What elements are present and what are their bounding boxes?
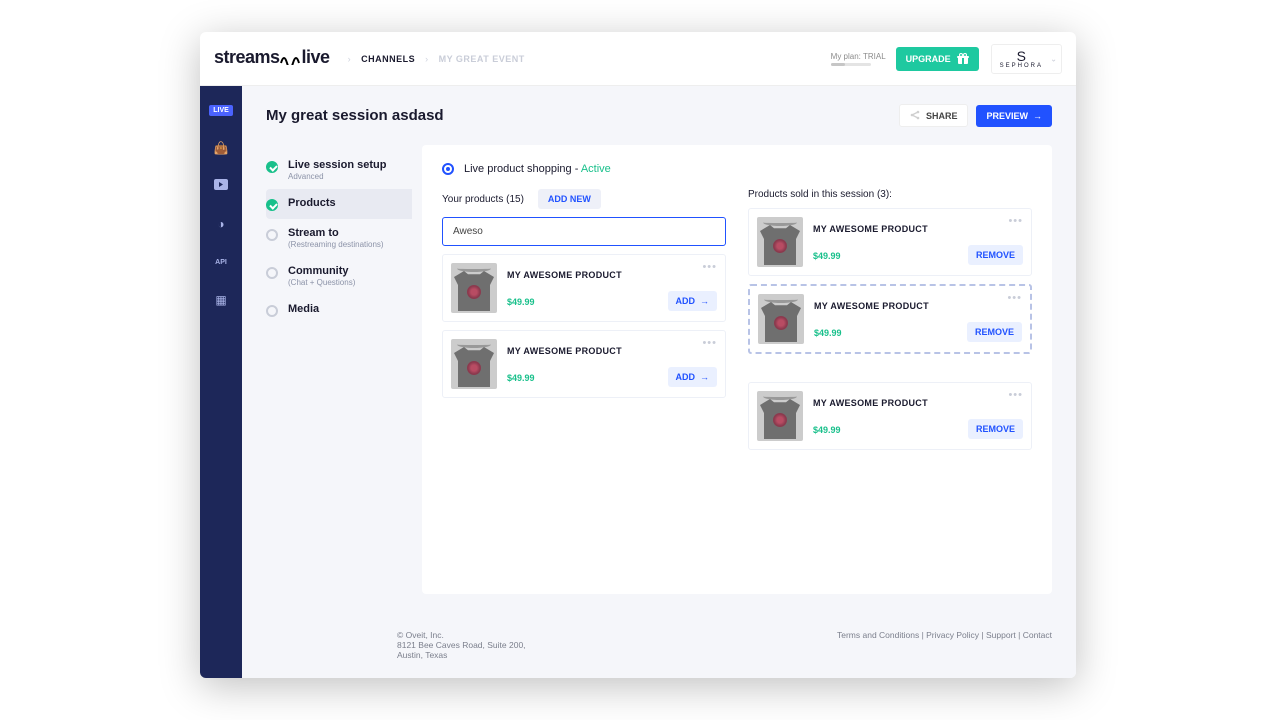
play-icon: [214, 179, 228, 193]
step-sub: (Chat + Questions): [288, 278, 355, 287]
product-name: MY AWESOME PRODUCT: [507, 346, 658, 356]
more-icon[interactable]: •••: [1007, 296, 1022, 302]
footer-link[interactable]: Support: [986, 630, 1016, 640]
share-icon: [910, 110, 921, 121]
crumb-channels[interactable]: CHANNELS: [361, 54, 415, 64]
add-button[interactable]: ADD →: [668, 291, 718, 311]
content-card: Live product shopping - Active Your prod…: [422, 145, 1052, 594]
footer-links: Terms and Conditions | Privacy Policy | …: [837, 630, 1052, 640]
product-price: $49.99: [813, 251, 958, 261]
step-item[interactable]: Stream to(Restreaming destinations): [266, 219, 412, 257]
breadcrumb: › CHANNELS › MY GREAT EVENT: [348, 54, 525, 64]
logo: streamslive: [200, 47, 330, 70]
step-item[interactable]: Media: [266, 295, 412, 325]
chevron-right-icon: ›: [348, 54, 352, 64]
product-thumb: [757, 217, 803, 267]
footer-addr2: Austin, Texas: [397, 650, 526, 660]
product-thumb: [757, 391, 803, 441]
api-icon: API: [215, 259, 227, 266]
arrow-right-icon: →: [700, 296, 709, 306]
product-thumb: [758, 294, 804, 344]
product-price: $49.99: [507, 373, 658, 383]
footer: © Oveit, Inc. 8121 Bee Caves Road, Suite…: [242, 616, 1076, 678]
step-item[interactable]: Products: [266, 189, 412, 219]
add-button[interactable]: ADD →: [668, 367, 718, 387]
your-products-count: Your products (15): [442, 194, 524, 205]
product-thumb: [451, 339, 497, 389]
rail-qr[interactable]: ▦: [210, 290, 232, 310]
step-sub: (Restreaming destinations): [288, 240, 384, 249]
plan-indicator: My plan: TRIAL: [831, 52, 886, 66]
product-name: MY AWESOME PRODUCT: [814, 301, 957, 311]
rail-moon[interactable]: ◑: [210, 214, 232, 234]
more-icon[interactable]: •••: [702, 265, 717, 271]
step-sub: Advanced: [288, 172, 386, 181]
step-label: Community: [288, 265, 355, 277]
bag-icon: 👜: [214, 141, 229, 155]
step-dot-icon: [266, 161, 278, 173]
brand-selector[interactable]: S SEPHORA ⌄: [991, 44, 1062, 74]
step-label: Stream to: [288, 227, 384, 239]
moon-icon: ◑: [217, 217, 224, 231]
remove-button[interactable]: REMOVE: [968, 419, 1023, 439]
product-price: $49.99: [507, 297, 658, 307]
product-card: MY AWESOME PRODUCT $49.99 ••• ADD →: [442, 330, 726, 398]
product-card: MY AWESOME PRODUCT $49.99 ••• ADD →: [442, 254, 726, 322]
add-new-button[interactable]: ADD NEW: [538, 189, 601, 209]
rail-live[interactable]: LIVE: [210, 100, 232, 120]
footer-link[interactable]: Privacy Policy: [926, 630, 979, 640]
section-heading: Live product shopping - Active: [464, 163, 611, 175]
product-search-input[interactable]: [442, 217, 726, 246]
product-price: $49.99: [814, 328, 957, 338]
sidebar-rail: LIVE 👜 ◑ API ▦: [200, 86, 242, 678]
product-card: MY AWESOME PRODUCT $49.99 ••• REMOVE: [748, 284, 1032, 354]
arrow-right-icon: →: [1033, 111, 1042, 121]
crumb-event[interactable]: MY GREAT EVENT: [439, 54, 525, 64]
rail-shop[interactable]: 👜: [210, 138, 232, 158]
step-dot-icon: [266, 229, 278, 241]
product-name: MY AWESOME PRODUCT: [813, 224, 958, 234]
step-dot-icon: [266, 199, 278, 211]
product-card: MY AWESOME PRODUCT $49.99 ••• REMOVE: [748, 382, 1032, 450]
sold-products-count: Products sold in this session (3):: [748, 189, 892, 200]
gift-icon: [957, 53, 969, 65]
chevron-right-icon: ›: [425, 54, 429, 64]
product-thumb: [451, 263, 497, 313]
step-dot-icon: [266, 267, 278, 279]
product-card: MY AWESOME PRODUCT $49.99 ••• REMOVE: [748, 208, 1032, 276]
remove-button[interactable]: REMOVE: [968, 245, 1023, 265]
arrow-right-icon: →: [700, 372, 709, 382]
live-badge-icon: LIVE: [209, 105, 233, 116]
more-icon[interactable]: •••: [1008, 393, 1023, 399]
chevron-down-icon: ⌄: [1050, 54, 1057, 63]
footer-link[interactable]: Terms and Conditions: [837, 630, 919, 640]
step-label: Media: [288, 303, 319, 315]
product-name: MY AWESOME PRODUCT: [507, 270, 658, 280]
brand-logo-icon: S: [1017, 49, 1026, 63]
rail-play[interactable]: [210, 176, 232, 196]
step-item[interactable]: Community(Chat + Questions): [266, 257, 412, 295]
page-title: My great session asdasd: [266, 107, 444, 124]
step-dot-icon: [266, 305, 278, 317]
footer-addr1: 8121 Bee Caves Road, Suite 200,: [397, 640, 526, 650]
sound-wave-icon: [280, 49, 302, 70]
radio-checked-icon: [442, 163, 454, 175]
qr-icon: ▦: [215, 293, 226, 307]
preview-button[interactable]: PREVIEW →: [976, 105, 1052, 127]
more-icon[interactable]: •••: [1008, 219, 1023, 225]
share-button[interactable]: SHARE: [899, 104, 969, 127]
remove-button[interactable]: REMOVE: [967, 322, 1022, 342]
footer-copyright: © Oveit, Inc.: [397, 630, 526, 640]
step-label: Live session setup: [288, 159, 386, 171]
steps-nav: Live session setupAdvanced Products Stream…: [242, 145, 412, 616]
more-icon[interactable]: •••: [702, 341, 717, 347]
step-label: Products: [288, 197, 336, 209]
product-price: $49.99: [813, 425, 958, 435]
step-item[interactable]: Live session setupAdvanced: [266, 151, 412, 189]
upgrade-button[interactable]: UPGRADE: [896, 47, 979, 71]
product-name: MY AWESOME PRODUCT: [813, 398, 958, 408]
rail-api[interactable]: API: [210, 252, 232, 272]
footer-link[interactable]: Contact: [1023, 630, 1052, 640]
